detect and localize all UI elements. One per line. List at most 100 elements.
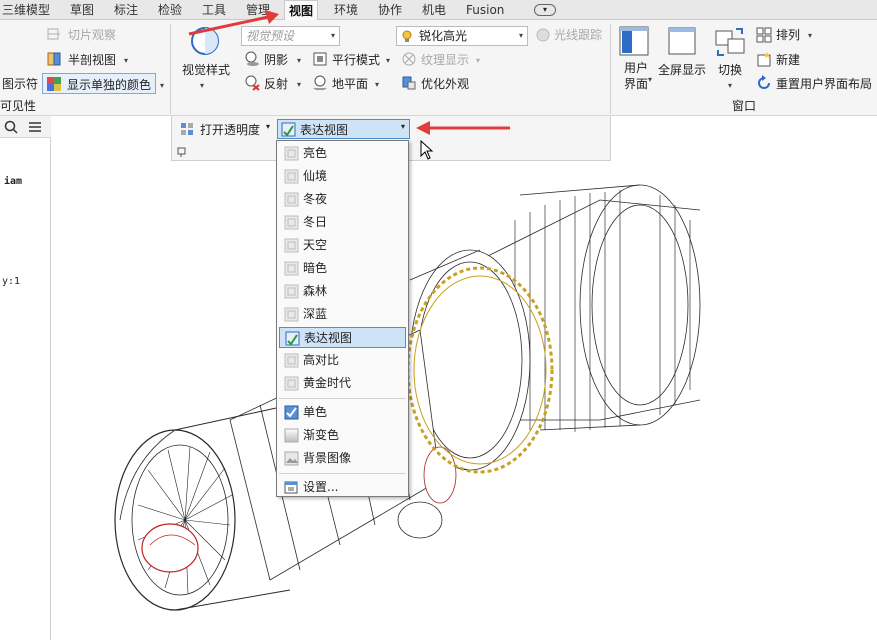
tab-overflow-icon[interactable]: ▾	[534, 4, 556, 16]
user-interface-dropdown-icon[interactable]: ▾	[648, 72, 652, 88]
browser-node-assembly[interactable]: iam	[4, 176, 22, 187]
slice-view-button[interactable]: 切片观察	[68, 27, 116, 43]
lighting-style-option-icon	[284, 307, 299, 322]
visual-style-button[interactable]: 视觉样式	[182, 62, 230, 78]
lighting-style-option[interactable]: 亮色	[279, 143, 406, 164]
full-screen-icon	[668, 27, 696, 55]
tab-electromechanical[interactable]: 机电	[422, 0, 446, 20]
texture-display-button[interactable]: 纹理显示	[421, 52, 469, 68]
window-group-label: 窗口	[732, 99, 757, 113]
transparency-dropdown-icon[interactable]: ▾	[266, 122, 270, 131]
menu-icon[interactable]	[28, 120, 42, 134]
checked-color-icon	[284, 405, 299, 420]
ground-plane-dropdown-icon[interactable]: ▾	[375, 77, 379, 93]
search-icon[interactable]	[4, 120, 18, 134]
lighting-style-option-label: 天空	[303, 238, 328, 252]
dropdown-separator	[279, 398, 406, 399]
texture-display-dropdown-icon[interactable]: ▾	[476, 53, 480, 69]
switch-window-dropdown-icon[interactable]: ▾	[728, 78, 732, 94]
visibility-group-label: 可见性	[0, 99, 37, 113]
reflection-dropdown-icon[interactable]: ▾	[297, 77, 301, 93]
lighting-style-combo[interactable]: 表达视图 ▾	[277, 119, 410, 139]
browser-node-representation[interactable]: y:1	[2, 276, 20, 287]
reflection-icon	[245, 75, 260, 91]
shadow-icon	[245, 51, 259, 66]
arrange-dropdown-icon[interactable]: ▾	[808, 28, 812, 44]
new-window-icon	[757, 52, 771, 67]
visual-style-dropdown-icon[interactable]: ▾	[200, 78, 204, 94]
settings-icon	[284, 480, 299, 495]
background-option[interactable]: 背景图像	[279, 448, 406, 469]
background-option-label: 渐变色	[303, 428, 340, 442]
shadow-button[interactable]: 阴影	[264, 52, 288, 68]
lighting-style-option[interactable]: 暗色	[279, 258, 406, 279]
switch-window-button[interactable]: 切换	[718, 62, 742, 78]
lighting-style-option-label: 仙境	[303, 169, 328, 183]
lighting-style-option[interactable]: 天空	[279, 235, 406, 256]
tab-3d-model[interactable]: 三维模型	[2, 0, 50, 20]
lighting-style-option[interactable]: 表达视图	[279, 327, 406, 348]
ground-plane-icon	[313, 75, 327, 90]
reset-layout-button[interactable]: 重置用户界面布局	[776, 76, 872, 92]
reflection-button[interactable]: 反射	[264, 76, 288, 92]
user-interface-label-2[interactable]: 界面	[624, 76, 648, 92]
lighting-style-option-label: 冬夜	[303, 192, 328, 206]
show-part-color-toggle[interactable]: 显示单独的颜色	[42, 73, 156, 94]
group-separator	[170, 24, 171, 114]
background-option[interactable]: 单色	[279, 402, 406, 423]
ground-plane-button[interactable]: 地平面	[332, 76, 368, 92]
lighting-style-option-label: 深蓝	[303, 307, 328, 321]
tab-inspect[interactable]: 检验	[158, 0, 182, 20]
lighting-settings-label: 设置...	[303, 480, 339, 494]
lighting-style-option-label: 高对比	[303, 353, 340, 367]
full-screen-button[interactable]: 全屏显示	[658, 62, 706, 78]
ray-tracing-button[interactable]: 光线跟踪	[554, 27, 602, 43]
lighting-style-option-icon	[284, 215, 299, 230]
model-viewport[interactable]	[52, 162, 877, 640]
pin-icon[interactable]	[176, 146, 188, 158]
lighting-style-option-icon	[284, 284, 299, 299]
image-icon	[284, 451, 299, 466]
parallel-mode-button[interactable]: 平行模式	[332, 52, 380, 68]
shadow-dropdown-icon[interactable]: ▾	[297, 53, 301, 69]
lighting-style-dropdown: 亮色仙境冬夜冬日天空暗色 森林深蓝表达视图高对比黄金时代单色渐变色背景图像设置..…	[276, 140, 409, 497]
tab-environments[interactable]: 环境	[334, 0, 358, 20]
tab-annotate[interactable]: 标注	[114, 0, 138, 20]
half-section-dropdown-icon[interactable]: ▾	[124, 53, 128, 69]
new-window-button[interactable]: 新建	[776, 52, 800, 68]
transparency-icon	[181, 123, 193, 135]
sharpen-highlight-value: 锐化高光	[419, 29, 468, 43]
transparency-button[interactable]: 打开透明度	[200, 121, 260, 138]
lighting-style-option[interactable]: 黄金时代	[279, 373, 406, 394]
half-section-icon	[47, 52, 61, 66]
lighting-style-option-icon	[284, 353, 299, 368]
optimize-appearance-button[interactable]: 优化外观	[421, 76, 469, 92]
parallel-mode-icon	[313, 52, 327, 66]
lighting-style-option[interactable]: 高对比	[279, 350, 406, 371]
switch-window-icon	[715, 28, 745, 56]
user-interface-icon	[619, 26, 649, 56]
tab-view[interactable]: 视图	[284, 0, 319, 21]
tab-sketch[interactable]: 草图	[70, 0, 94, 20]
sharpen-highlight-combo[interactable]: 锐化高光 ▾	[396, 26, 528, 46]
arrange-button[interactable]: 排列	[776, 27, 800, 43]
lighting-style-option[interactable]: 深蓝	[279, 304, 406, 325]
lighting-style-option[interactable]: 仙境	[279, 166, 406, 187]
tab-fusion[interactable]: Fusion	[466, 0, 504, 20]
lighting-style-dropdown-icon: ▾	[400, 122, 405, 131]
part-color-dropdown-icon[interactable]: ▾	[160, 78, 164, 94]
tab-collaborate[interactable]: 协作	[378, 0, 402, 20]
ribbon-view-panel: 切片观察 半剖视图 ▾ 图示符 显示单独的颜色 ▾ 可见性 视觉样式 ▾ 视觉预…	[0, 20, 877, 116]
lighting-style-option-icon	[284, 238, 299, 253]
background-option[interactable]: 渐变色	[279, 425, 406, 446]
lighting-style-option[interactable]: 冬夜	[279, 189, 406, 210]
lighting-style-option[interactable]: 森林	[279, 281, 406, 302]
lighting-style-option-icon	[284, 192, 299, 207]
user-interface-label-1[interactable]: 用户	[624, 60, 648, 76]
slice-graphics-icon	[47, 28, 60, 40]
lighting-settings-option[interactable]: 设置...	[279, 477, 406, 498]
lighting-style-option[interactable]: 冬日	[279, 212, 406, 233]
half-section-button[interactable]: 半剖视图	[68, 52, 116, 68]
parallel-mode-dropdown-icon[interactable]: ▾	[386, 53, 390, 69]
annotation-arrow-to-view-tab	[188, 10, 279, 36]
